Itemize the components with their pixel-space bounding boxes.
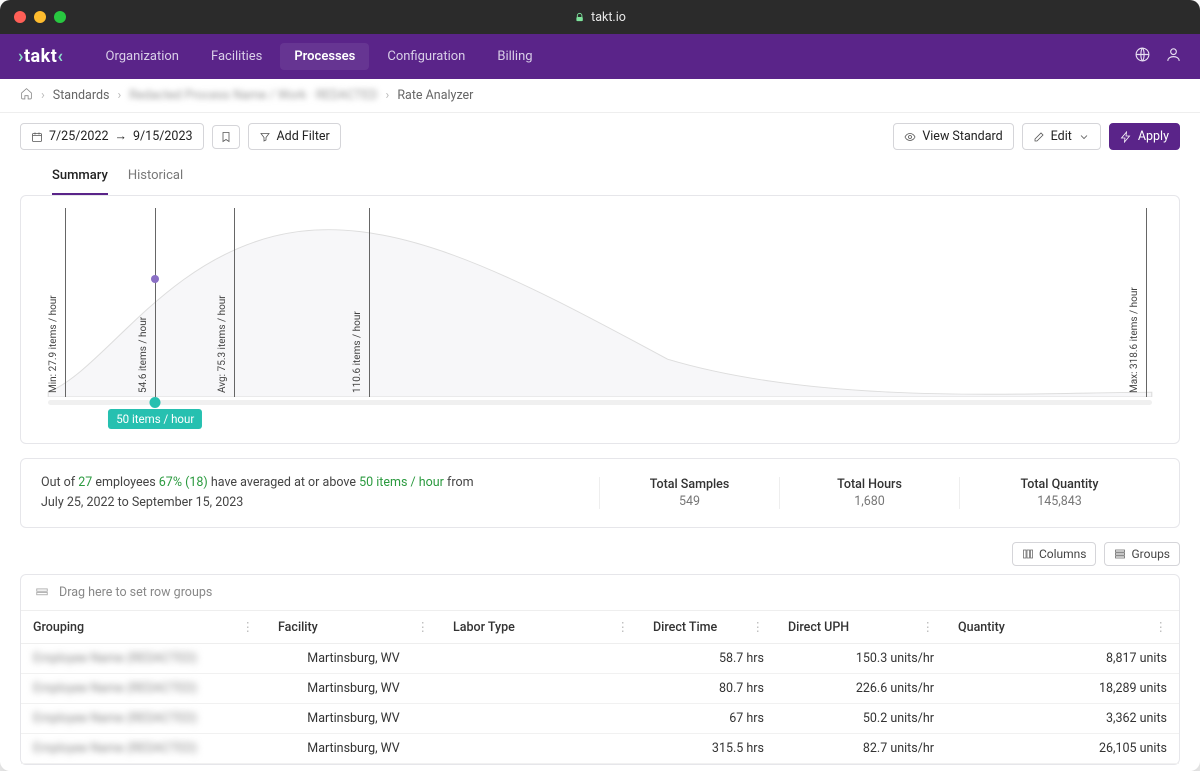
- table-row[interactable]: Employee Name (REDACTED) Martinsburg, WV…: [21, 644, 1179, 674]
- breadcrumb-redacted[interactable]: Redacted Process Name / Work · REDACTED: [129, 88, 377, 103]
- table-row[interactable]: Employee Name (REDACTED) Martinsburg, WV…: [21, 674, 1179, 704]
- tab-summary[interactable]: Summary: [52, 160, 108, 195]
- groups-button[interactable]: Groups: [1104, 542, 1180, 566]
- selected-point: [151, 275, 159, 283]
- breadcrumb-current: Rate Analyzer: [397, 88, 473, 103]
- table-row[interactable]: Employee Name (REDACTED) Martinsburg, WV…: [21, 734, 1179, 764]
- lock-icon: [574, 12, 585, 23]
- nav-processes[interactable]: Processes: [280, 43, 369, 70]
- grid-header: Grouping⋮ Facility⋮ Labor Type⋮ Direct T…: [21, 611, 1179, 644]
- stat-total-hours: Total Hours 1,680: [779, 477, 959, 509]
- add-filter-button[interactable]: Add Filter: [248, 123, 341, 150]
- distribution-curve: [37, 208, 1163, 397]
- app-window: takt.io ›takt‹ Organization Facilities P…: [0, 0, 1200, 771]
- stat-total-samples: Total Samples 549: [599, 477, 779, 509]
- breadcrumb-standards[interactable]: Standards: [53, 88, 110, 103]
- column-menu-icon[interactable]: ⋮: [617, 619, 630, 635]
- view-tabs: Summary Historical: [20, 160, 1180, 195]
- stat-total-quantity: Total Quantity 145,843: [959, 477, 1159, 509]
- distribution-chart-card: Min: 27.9 items / hour 54.6 items / hour…: [20, 195, 1180, 444]
- breadcrumb-sep-icon: ›: [386, 88, 390, 103]
- brand-logo[interactable]: ›takt‹: [18, 46, 64, 67]
- table-row[interactable]: Employee Name (REDACTED) Martinsburg, WV…: [21, 704, 1179, 734]
- nav-items: Organization Facilities Processes Config…: [92, 43, 547, 70]
- rate-slider-track[interactable]: [48, 400, 1152, 405]
- close-window[interactable]: [14, 11, 26, 23]
- home-icon[interactable]: [20, 87, 33, 104]
- marker-1: 54.6 items / hour: [155, 208, 156, 397]
- date-range-picker[interactable]: 7/25/2022 → 9/15/2023: [20, 123, 204, 150]
- nav-organization[interactable]: Organization: [92, 43, 193, 70]
- col-header-grouping[interactable]: Grouping⋮: [21, 611, 266, 643]
- maximize-window[interactable]: [54, 11, 66, 23]
- bookmark-button[interactable]: [212, 125, 240, 149]
- main-navbar: ›takt‹ Organization Facilities Processes…: [0, 34, 1200, 79]
- col-header-labor-type[interactable]: Labor Type⋮: [441, 611, 641, 643]
- columns-button[interactable]: Columns: [1012, 542, 1097, 566]
- marker-3: 110.6 items / hour: [369, 208, 370, 397]
- user-icon[interactable]: [1165, 46, 1182, 67]
- col-header-direct-time[interactable]: Direct Time⋮: [641, 611, 776, 643]
- breadcrumb: › Standards › Redacted Process Name / Wo…: [0, 79, 1200, 113]
- marker-min: Min: 27.9 items / hour: [65, 208, 66, 397]
- address-bar[interactable]: takt.io: [574, 10, 626, 25]
- apply-button[interactable]: Apply: [1109, 123, 1180, 150]
- nav-configuration[interactable]: Configuration: [373, 43, 479, 70]
- window-controls: [14, 11, 66, 23]
- col-header-direct-uph[interactable]: Direct UPH⋮: [776, 611, 946, 643]
- tab-historical[interactable]: Historical: [128, 160, 183, 195]
- data-grid: Drag here to set row groups Grouping⋮ Fa…: [20, 574, 1180, 765]
- distribution-chart: Min: 27.9 items / hour 54.6 items / hour…: [37, 208, 1163, 423]
- table-controls: Columns Groups: [20, 542, 1180, 566]
- column-menu-icon[interactable]: ⋮: [1155, 619, 1168, 635]
- col-header-quantity[interactable]: Quantity⋮: [946, 611, 1179, 643]
- chevron-down-icon: [1078, 131, 1090, 143]
- view-standard-button[interactable]: View Standard: [893, 123, 1013, 150]
- row-group-dropzone[interactable]: Drag here to set row groups: [21, 575, 1179, 611]
- summary-sentence: Out of 27 employees 67% (18) have averag…: [41, 473, 599, 513]
- marker-max: Max: 318.6 items / hour: [1146, 208, 1147, 397]
- minimize-window[interactable]: [34, 11, 46, 23]
- column-menu-icon[interactable]: ⋮: [752, 619, 765, 635]
- column-menu-icon[interactable]: ⋮: [922, 619, 935, 635]
- edit-dropdown[interactable]: Edit: [1022, 123, 1101, 150]
- nav-billing[interactable]: Billing: [483, 43, 546, 70]
- rate-slider-badge: 50 items / hour: [108, 409, 202, 429]
- marker-avg: Avg: 75.3 items / hour: [234, 208, 235, 397]
- url-text: takt.io: [591, 10, 626, 25]
- filter-toolbar: 7/25/2022 → 9/15/2023 Add Filter View St…: [0, 113, 1200, 160]
- summary-stats-card: Out of 27 employees 67% (18) have averag…: [20, 458, 1180, 528]
- rate-slider-handle[interactable]: [150, 397, 161, 408]
- browser-titlebar: takt.io: [0, 0, 1200, 34]
- nav-facilities[interactable]: Facilities: [197, 43, 276, 70]
- column-menu-icon[interactable]: ⋮: [417, 619, 430, 635]
- column-menu-icon[interactable]: ⋮: [242, 619, 255, 635]
- col-header-facility[interactable]: Facility⋮: [266, 611, 441, 643]
- breadcrumb-sep-icon: ›: [117, 88, 121, 103]
- globe-icon[interactable]: [1134, 46, 1151, 67]
- breadcrumb-sep-icon: ›: [41, 88, 45, 103]
